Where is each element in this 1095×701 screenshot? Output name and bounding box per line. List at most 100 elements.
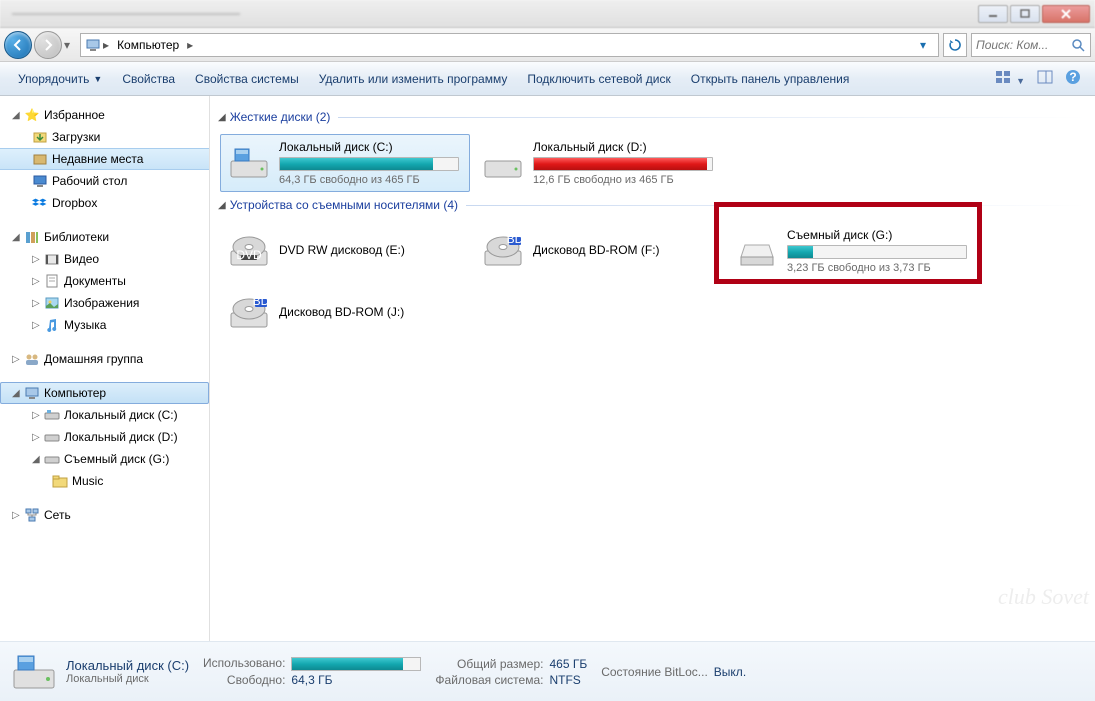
tree-label: Документы <box>64 274 126 288</box>
hdd-icon <box>225 139 273 187</box>
favorites-node[interactable]: ◢⭐Избранное <box>0 104 209 126</box>
video-icon <box>44 251 60 267</box>
details-free-label: Свободно: <box>203 673 285 687</box>
forward-button[interactable] <box>34 31 62 59</box>
system-properties-button[interactable]: Свойства системы <box>185 66 309 92</box>
dropbox-icon <box>32 195 48 211</box>
search-icon[interactable] <box>1070 37 1086 53</box>
details-total-value: 465 ГБ <box>549 657 587 671</box>
computer-node[interactable]: ◢Компьютер <box>0 382 209 404</box>
drive-icon <box>44 429 60 445</box>
drive-icon <box>44 451 60 467</box>
video-node[interactable]: ▷Видео <box>0 248 209 270</box>
organize-menu[interactable]: Упорядочить ▼ <box>8 66 112 92</box>
preview-pane-icon[interactable] <box>1031 66 1059 91</box>
tree-label: Music <box>72 474 103 488</box>
music-folder-node[interactable]: Music <box>0 470 209 492</box>
navigation-bar: ▾ ▸ Компьютер ▸ ▾ <box>0 28 1095 62</box>
drive-c-node[interactable]: ▷Локальный диск (C:) <box>0 404 209 426</box>
uninstall-program-button[interactable]: Удалить или изменить программу <box>309 66 518 92</box>
svg-text:DVD: DVD <box>236 248 262 262</box>
details-subtitle: Локальный диск <box>66 673 189 685</box>
drive-c-item[interactable]: Локальный диск (C:) 64,3 ГБ свободно из … <box>220 134 470 192</box>
details-fs-value: NTFS <box>549 673 587 687</box>
network-icon <box>24 507 40 523</box>
pictures-node[interactable]: ▷Изображения <box>0 292 209 314</box>
toolbar: Упорядочить ▼ Свойства Свойства системы … <box>0 62 1095 96</box>
tree-label: Dropbox <box>52 196 97 210</box>
tree-label: Музыка <box>64 318 106 332</box>
breadcrumb-arrow-icon[interactable]: ▸ <box>101 38 111 52</box>
svg-text:?: ? <box>1069 70 1076 84</box>
drive-name: Дисковод BD-ROM (F:) <box>533 243 719 257</box>
libraries-icon <box>24 229 40 245</box>
tree-label: Локальный диск (D:) <box>64 430 178 444</box>
tree-label: Избранное <box>44 108 105 122</box>
documents-node[interactable]: ▷Документы <box>0 270 209 292</box>
folder-icon <box>52 473 68 489</box>
drive-name: Локальный диск (D:) <box>533 140 719 154</box>
tree-label: Компьютер <box>44 386 106 400</box>
group-hard-drives[interactable]: ◢Жесткие диски (2) <box>218 110 1087 124</box>
back-button[interactable] <box>4 31 32 59</box>
computer-icon <box>85 37 101 53</box>
view-options-icon[interactable]: ▼ <box>989 66 1031 91</box>
close-button[interactable] <box>1042 5 1090 23</box>
control-panel-button[interactable]: Открыть панель управления <box>681 66 860 92</box>
help-icon[interactable]: ? <box>1059 65 1087 92</box>
dvd-drive-item[interactable]: DVD DVD RW дисковод (E:) <box>220 222 470 280</box>
bd-f-drive-item[interactable]: BD Дисковод BD-ROM (F:) <box>474 222 724 280</box>
recent-places-node[interactable]: Недавние места <box>0 148 209 170</box>
properties-button[interactable]: Свойства <box>112 66 185 92</box>
recent-icon <box>32 151 48 167</box>
breadcrumb-item[interactable]: Компьютер <box>111 38 185 52</box>
minimize-button[interactable] <box>978 5 1008 23</box>
group-title: Устройства со съемными носителями (4) <box>230 198 458 212</box>
drive-g-node[interactable]: ◢Съемный диск (G:) <box>0 448 209 470</box>
tree-label: Библиотеки <box>44 230 109 244</box>
network-node[interactable]: ▷Сеть <box>0 504 209 526</box>
desktop-node[interactable]: Рабочий стол <box>0 170 209 192</box>
organize-label: Упорядочить <box>18 72 89 86</box>
music-node[interactable]: ▷Музыка <box>0 314 209 336</box>
drive-name: Локальный диск (C:) <box>279 140 465 154</box>
history-dropdown-icon[interactable]: ▾ <box>64 38 70 52</box>
svg-text:BD: BD <box>253 294 270 308</box>
content-pane: ◢Жесткие диски (2) Локальный диск (C:) 6… <box>210 96 1095 641</box>
drive-name: Дисковод BD-ROM (J:) <box>279 305 465 319</box>
breadcrumb[interactable]: ▸ Компьютер ▸ ▾ <box>80 33 939 57</box>
navigation-tree: ◢⭐Избранное Загрузки Недавние места Рабо… <box>0 96 210 641</box>
libraries-node[interactable]: ◢Библиотеки <box>0 226 209 248</box>
dvd-icon: DVD <box>225 227 273 275</box>
search-box[interactable] <box>971 33 1091 57</box>
drive-d-node[interactable]: ▷Локальный диск (D:) <box>0 426 209 448</box>
dropbox-node[interactable]: Dropbox <box>0 192 209 214</box>
refresh-button[interactable] <box>943 33 967 57</box>
details-bitlocker-value: Выкл. <box>714 665 746 679</box>
downloads-icon <box>32 129 48 145</box>
details-used-label: Использовано: <box>203 656 285 671</box>
capacity-bar <box>533 157 713 171</box>
maximize-button[interactable] <box>1010 5 1040 23</box>
bd-j-drive-item[interactable]: BD Дисковод BD-ROM (J:) <box>220 284 470 342</box>
hdd-icon <box>10 648 58 696</box>
details-title: Локальный диск (C:) <box>66 658 189 673</box>
breadcrumb-dropdown-icon[interactable]: ▾ <box>912 34 934 56</box>
homegroup-node[interactable]: ▷Домашняя группа <box>0 348 209 370</box>
downloads-node[interactable]: Загрузки <box>0 126 209 148</box>
details-fs-label: Файловая система: <box>435 673 543 687</box>
bd-icon: BD <box>479 227 527 275</box>
svg-text:BD: BD <box>507 232 524 246</box>
capacity-bar <box>279 157 459 171</box>
music-icon <box>44 317 60 333</box>
tree-label: Изображения <box>64 296 139 310</box>
tree-label: Локальный диск (C:) <box>64 408 178 422</box>
search-input[interactable] <box>976 38 1070 52</box>
tree-label: Домашняя группа <box>44 352 143 366</box>
map-network-drive-button[interactable]: Подключить сетевой диск <box>517 66 680 92</box>
drive-d-item[interactable]: Локальный диск (D:) 12,6 ГБ свободно из … <box>474 134 724 192</box>
drive-icon <box>44 407 60 423</box>
breadcrumb-arrow-icon[interactable]: ▸ <box>185 38 195 52</box>
hdd-icon <box>479 139 527 187</box>
drive-name: DVD RW дисковод (E:) <box>279 243 465 257</box>
